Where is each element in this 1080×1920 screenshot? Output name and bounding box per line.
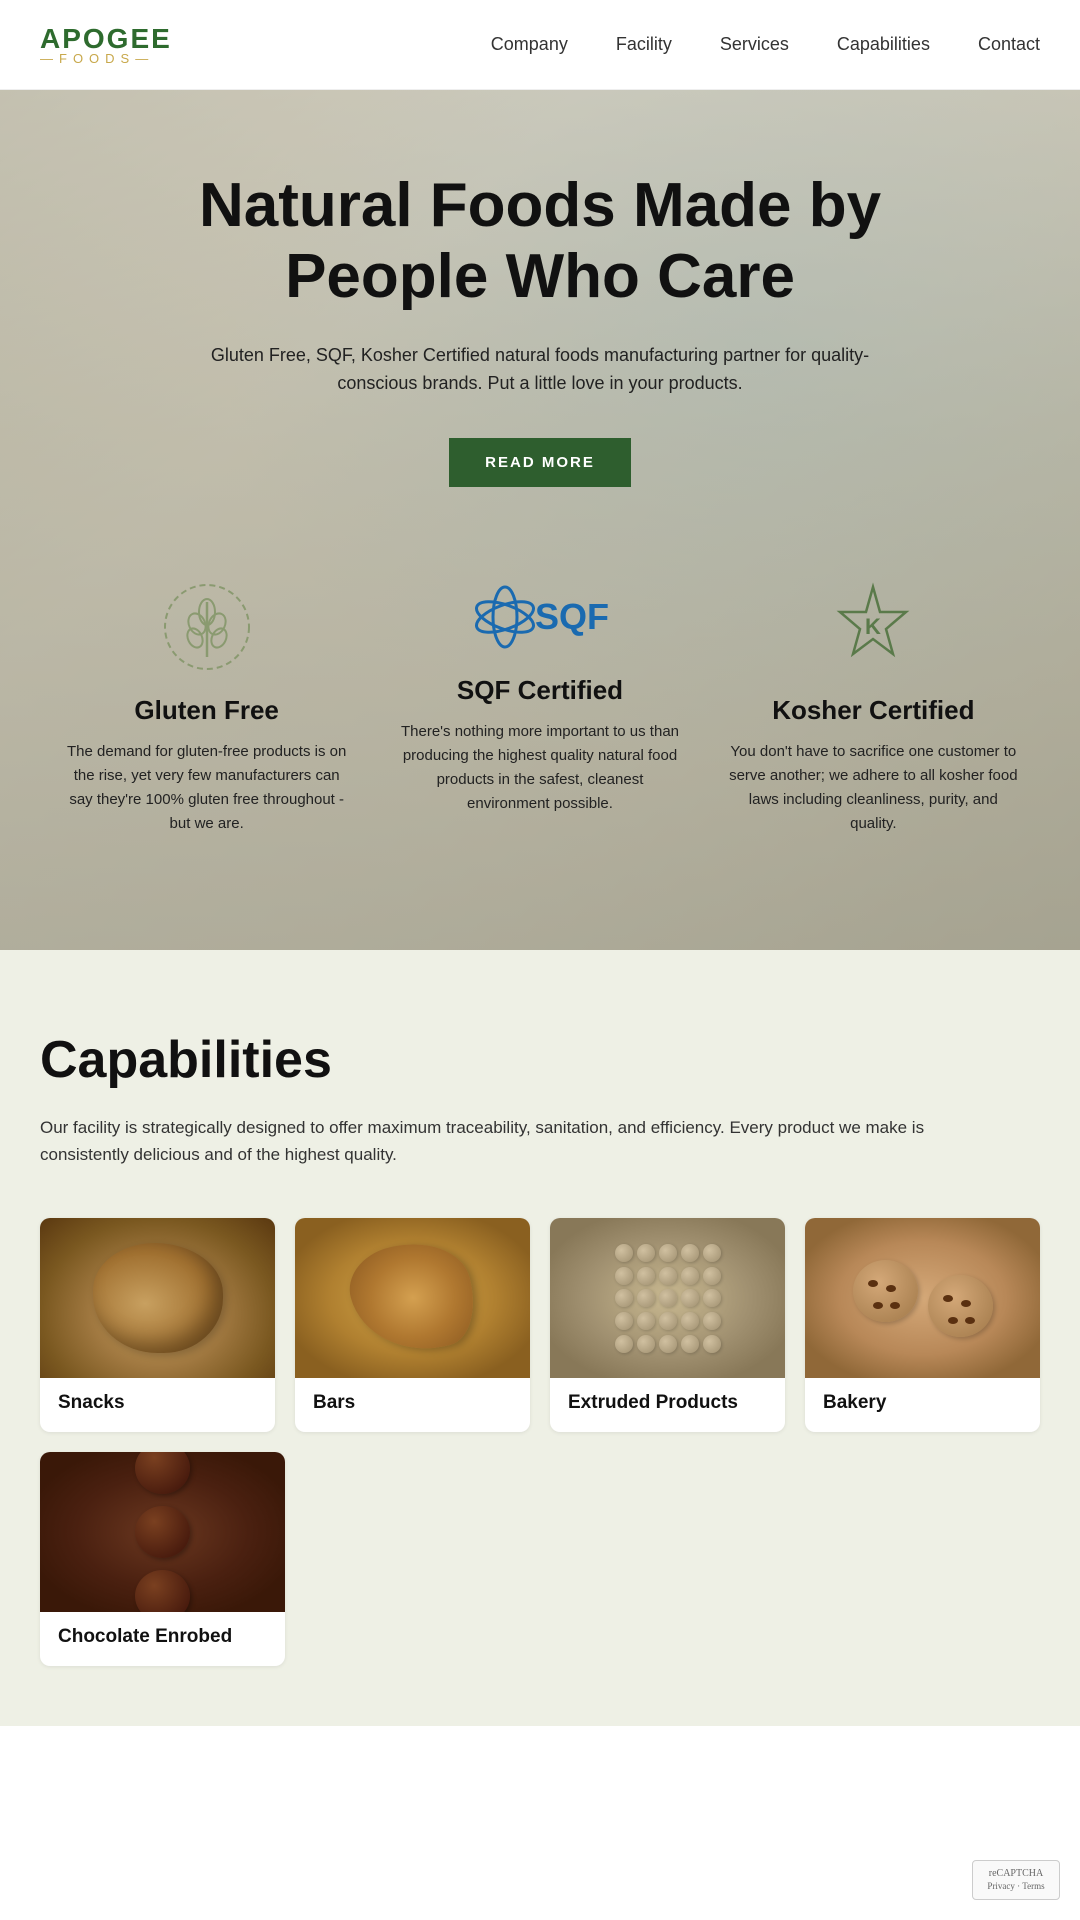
ext-ball <box>659 1244 677 1262</box>
nav-company[interactable]: Company <box>491 34 568 55</box>
ext-ball <box>615 1244 633 1262</box>
ext-ball <box>681 1312 699 1330</box>
nav-facility[interactable]: Facility <box>616 34 672 55</box>
nav-services[interactable]: Services <box>720 34 789 55</box>
choc-ball <box>135 1452 190 1494</box>
logo-foods: —FOODS— <box>40 51 154 66</box>
cert-sqf: SQF SQF Certified There's nothing more i… <box>373 577 706 816</box>
svg-text:K: K <box>865 614 881 639</box>
ext-ball <box>703 1312 721 1330</box>
product-card-snacks[interactable]: Snacks <box>40 1218 275 1432</box>
cert-sqf-title: SQF Certified <box>457 675 623 706</box>
choc-image <box>40 1452 285 1612</box>
kosher-icon-wrap: K <box>823 577 923 677</box>
extruded-image <box>550 1218 785 1378</box>
nav-capabilities[interactable]: Capabilities <box>837 34 930 55</box>
ext-ball <box>615 1312 633 1330</box>
ext-ball <box>681 1289 699 1307</box>
certifications-row: Gluten Free The demand for gluten-free p… <box>0 517 1080 876</box>
hero-title: Natural Foods Made by People Who Care <box>185 170 895 313</box>
snacks-label: Snacks <box>40 1378 275 1414</box>
product-card-bars[interactable]: Bars <box>295 1218 530 1432</box>
extruded-visual <box>608 1243 728 1353</box>
ext-ball <box>615 1289 633 1307</box>
cookie-1 <box>853 1260 918 1322</box>
snacks-image <box>40 1218 275 1378</box>
svg-text:SQF: SQF <box>535 596 609 637</box>
gluten-free-icon <box>162 582 252 672</box>
ext-ball <box>703 1267 721 1285</box>
cert-gluten-free-desc: The demand for gluten-free products is o… <box>60 740 353 836</box>
ext-ball <box>703 1289 721 1307</box>
kosher-icon: K <box>828 582 918 672</box>
bars-image <box>295 1218 530 1378</box>
header: APOGEE —FOODS— Company Facility Services… <box>0 0 1080 90</box>
ext-ball <box>659 1267 677 1285</box>
cookie-2 <box>928 1275 993 1337</box>
capabilities-grid: Snacks Bars <box>40 1218 1040 1432</box>
capabilities-section: Capabilities Our facility is strategical… <box>0 950 1080 1726</box>
cert-gluten-free-title: Gluten Free <box>134 695 278 726</box>
nav-contact[interactable]: Contact <box>978 34 1040 55</box>
product-card-bakery[interactable]: Bakery <box>805 1218 1040 1432</box>
ext-ball <box>681 1335 699 1353</box>
ext-ball <box>637 1267 655 1285</box>
cert-kosher-title: Kosher Certified <box>772 695 974 726</box>
choc-visual <box>103 1452 223 1612</box>
capabilities-title: Capabilities <box>40 1030 1040 1090</box>
bakery-image <box>805 1218 1040 1378</box>
bars-visual <box>340 1230 484 1367</box>
ext-ball <box>637 1289 655 1307</box>
ext-ball <box>615 1267 633 1285</box>
ext-ball <box>659 1289 677 1307</box>
product-card-choc[interactable]: Chocolate Enrobed <box>40 1452 285 1666</box>
cap-row2: Chocolate Enrobed <box>40 1452 1040 1666</box>
choc-ball <box>135 1506 190 1558</box>
ext-ball <box>637 1312 655 1330</box>
capabilities-description: Our facility is strategically designed t… <box>40 1114 940 1168</box>
empty-space <box>305 1452 1040 1666</box>
ext-ball <box>615 1335 633 1353</box>
recaptcha-label: reCAPTCHAPrivacy · Terms <box>987 1867 1044 1893</box>
cert-sqf-desc: There's nothing more important to us tha… <box>393 720 686 816</box>
hero-subtitle: Gluten Free, SQF, Kosher Certified natur… <box>185 341 895 399</box>
snacks-visual <box>93 1243 223 1353</box>
ext-ball <box>681 1244 699 1262</box>
bakery-label: Bakery <box>805 1378 1040 1414</box>
recaptcha-badge: reCAPTCHAPrivacy · Terms <box>972 1860 1060 1900</box>
ext-ball <box>659 1312 677 1330</box>
choc-label: Chocolate Enrobed <box>40 1612 285 1648</box>
cert-gluten-free: Gluten Free The demand for gluten-free p… <box>40 577 373 836</box>
bars-label: Bars <box>295 1378 530 1414</box>
cert-kosher-desc: You don't have to sacrifice one customer… <box>727 740 1020 836</box>
extruded-label: Extruded Products <box>550 1378 785 1414</box>
choc-ball <box>135 1570 190 1612</box>
ext-ball <box>659 1335 677 1353</box>
gluten-free-icon-wrap <box>157 577 257 677</box>
ext-ball <box>637 1244 655 1262</box>
hero-section: Natural Foods Made by People Who Care Gl… <box>0 90 1080 950</box>
hero-content: Natural Foods Made by People Who Care Gl… <box>165 170 915 487</box>
cookie-visual <box>853 1260 993 1337</box>
sqf-icon-wrap: SQF <box>465 577 615 657</box>
main-nav: Company Facility Services Capabilities C… <box>491 34 1040 55</box>
ext-ball <box>681 1267 699 1285</box>
ext-ball <box>703 1244 721 1262</box>
product-card-extruded[interactable]: Extruded Products <box>550 1218 785 1432</box>
ext-ball <box>703 1335 721 1353</box>
read-more-button[interactable]: READ MORE <box>449 438 631 487</box>
logo: APOGEE —FOODS— <box>40 23 172 66</box>
sqf-icon: SQF <box>465 577 615 657</box>
ext-ball <box>637 1335 655 1353</box>
cert-kosher: K Kosher Certified You don't have to sac… <box>707 577 1040 836</box>
